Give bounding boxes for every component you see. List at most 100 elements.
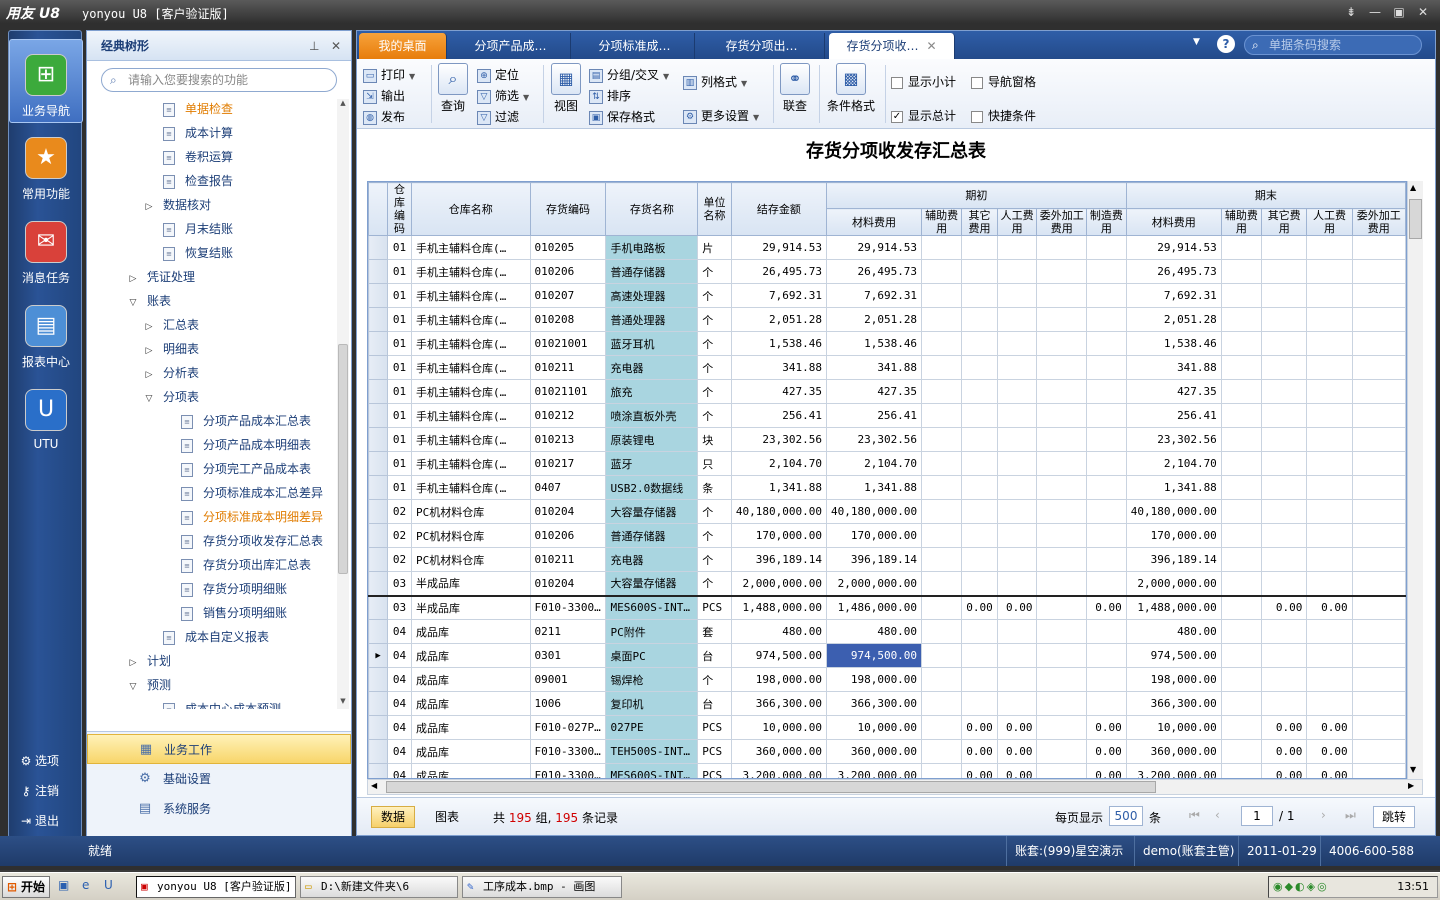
table-cell[interactable] [1036,283,1088,308]
table-cell[interactable] [1220,643,1263,668]
table-cell[interactable] [961,427,998,452]
page-input[interactable]: 1 [1241,806,1273,826]
table-cell[interactable]: 个 [697,331,732,356]
table-cell[interactable] [1220,667,1263,692]
table-cell[interactable]: 0.00 [1306,594,1353,620]
table-cell[interactable] [1036,739,1088,764]
table-cell[interactable]: 锡焊枪 [605,667,699,692]
table-cell[interactable] [1220,475,1263,500]
table-cell[interactable] [1261,619,1308,644]
table-cell[interactable] [1306,427,1353,452]
table-cell[interactable] [1351,379,1406,404]
table-cell[interactable]: 40,180,000.00 [730,499,827,524]
table-cell[interactable]: 0211 [529,619,607,644]
table-cell[interactable]: 块 [697,427,732,452]
table-row[interactable]: 01 手机主辅料仓库(… 010208 普通处理器个 2,051.28 2,051.28 2… [368,307,1406,332]
table-row[interactable]: 01 手机主辅料仓库(… 010206 普通存储器个 26,495.73 26,495.7… [368,259,1406,284]
tree-node[interactable]: ▷ 分析表 [143,361,199,385]
table-cell[interactable]: 2,000,000.00 [825,571,923,596]
table-cell[interactable]: 3,200,000.00 [730,763,827,778]
table-cell[interactable]: 010204 [529,499,607,524]
task-paint[interactable]: ✎ 工序成本.bmp - 画图 [462,876,622,898]
table-cell[interactable]: 高速处理器 [605,283,699,308]
table-cell[interactable]: 2,000,000.00 [730,571,827,596]
table-cell[interactable] [1306,355,1353,380]
table-cell[interactable]: 手机主辅料仓库(… [410,235,531,260]
show-total-checkbox[interactable]: ✓ 显示总计 [891,106,956,126]
table-cell[interactable] [996,643,1038,668]
nav-common-functions[interactable]: ★ 常用功能 [9,123,83,207]
data-tab[interactable]: 数据 [371,806,415,828]
table-row[interactable]: 01 手机主辅料仓库(… 010217 蓝牙只 2,104.70 2,104.70 2,10… [368,451,1406,476]
table-cell[interactable]: 010208 [529,307,607,332]
table-cell[interactable]: 手机主辅料仓库(… [410,451,531,476]
table-cell[interactable] [1306,283,1353,308]
column-header[interactable]: 制造费用 [1086,208,1127,236]
table-row[interactable]: 01 手机主辅料仓库(… 01021001 蓝牙耳机个 1,538.46 1,538.46… [368,331,1406,356]
table-cell[interactable] [1351,715,1406,740]
table-cell[interactable] [1351,403,1406,428]
table-cell[interactable]: PCS [697,715,732,740]
table-cell[interactable] [921,619,963,644]
table-cell[interactable] [921,331,963,356]
table-cell[interactable]: 170,000.00 [730,523,827,548]
per-page-input[interactable]: 500 [1109,806,1143,826]
table-cell[interactable]: 23,302.56 [1125,427,1222,452]
table-cell[interactable] [1036,594,1088,620]
table-cell[interactable] [961,547,998,572]
table-cell[interactable]: 个 [697,667,732,692]
table-cell[interactable] [1036,715,1088,740]
row-header[interactable] [368,594,389,620]
table-cell[interactable] [1220,307,1263,332]
table-cell[interactable] [1261,499,1308,524]
table-cell[interactable]: 0.00 [996,594,1038,620]
logout-link[interactable]: ⚷ 注销 [17,781,83,801]
table-cell[interactable] [1261,691,1308,716]
table-cell[interactable]: 010205 [529,235,607,260]
column-header[interactable]: 材料费用 [825,208,923,236]
table-cell[interactable]: MES600S-INT… [605,763,699,778]
table-cell[interactable]: 0.00 [1261,715,1308,740]
table-cell[interactable]: 26,495.73 [1125,259,1222,284]
table-cell[interactable] [996,571,1038,596]
ie-icon[interactable]: e [82,878,89,892]
table-cell[interactable]: USB2.0数据线 [605,475,699,500]
table-cell[interactable] [921,235,963,260]
grid-vertical-scrollbar[interactable]: ▲ ▼ [1407,181,1423,779]
table-cell[interactable] [921,259,963,284]
link-query-button[interactable]: ⚭ 联查 [777,63,813,125]
table-cell[interactable] [996,235,1038,260]
table-cell[interactable]: 1006 [529,691,607,716]
table-cell[interactable] [1086,499,1127,524]
table-cell[interactable] [1261,547,1308,572]
table-row[interactable]: 02 PC机材料仓库 010206 普通存储器个 170,000.00 170,000.0… [368,523,1406,548]
table-cell[interactable]: 套 [697,619,732,644]
close-icon[interactable]: ✕ [331,31,341,61]
table-cell[interactable]: 个 [697,571,732,596]
table-cell[interactable]: 2,051.28 [825,307,923,332]
tab-dropdown-icon[interactable]: ▼ [1193,37,1200,47]
table-cell[interactable]: 03 [387,571,412,596]
table-cell[interactable]: PC机材料仓库 [410,547,531,572]
task-folder[interactable]: ▭ D:\新建文件夹\6 [300,876,458,898]
table-cell[interactable] [1036,259,1088,284]
table-cell[interactable]: 366,300.00 [1125,691,1222,716]
tree-node[interactable]: ≡ 存货分项出库汇总表 [181,553,311,577]
nav-message-tasks[interactable]: ✉ 消息任务 [9,207,83,291]
table-cell[interactable] [1086,571,1127,596]
table-cell[interactable]: 198,000.00 [825,667,923,692]
table-cell[interactable] [961,643,998,668]
table-cell[interactable] [921,667,963,692]
table-cell[interactable] [921,475,963,500]
current-row-indicator-icon[interactable]: ▶ [368,643,389,668]
table-cell[interactable] [961,307,998,332]
tree-node[interactable]: ≡ 成本自定义报表 [163,625,269,649]
table-cell[interactable]: 341.88 [730,355,827,380]
table-cell[interactable]: 360,000.00 [825,739,923,764]
maximize-icon[interactable]: ▣ [1390,4,1408,20]
column-header[interactable]: 委外加工费用 [1036,208,1088,236]
table-cell[interactable]: 原装锂电 [605,427,699,452]
table-cell[interactable] [921,763,963,778]
table-cell[interactable]: 01 [387,475,412,500]
table-cell[interactable] [1306,403,1353,428]
